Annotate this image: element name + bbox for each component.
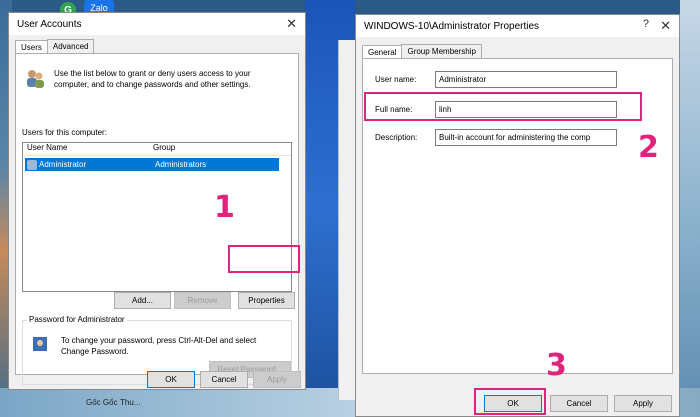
step-1-number: 1 xyxy=(214,190,235,225)
step-3-number: 3 xyxy=(546,348,567,383)
user-name-cell: Administrator xyxy=(39,160,87,169)
table-row[interactable]: Administrator Administrators xyxy=(25,158,279,171)
description-label: Description: xyxy=(375,133,418,142)
help-icon[interactable]: ? xyxy=(643,18,649,30)
close-icon[interactable]: ✕ xyxy=(286,16,297,32)
cancel-button[interactable]: Cancel xyxy=(200,371,248,388)
users-icon xyxy=(27,70,44,88)
group-cell: Administrators xyxy=(155,160,207,169)
tab-group-membership[interactable]: Group Membership xyxy=(401,44,482,58)
apply-button[interactable]: Apply xyxy=(253,371,301,388)
apply-button[interactable]: Apply xyxy=(614,395,672,412)
user-accounts-tabs: Users Advanced xyxy=(9,35,305,54)
step-2-number: 2 xyxy=(638,130,659,165)
tray-item-1[interactable]: Gốc Gốc xyxy=(86,398,118,407)
properties-window: WINDOWS-10\Administrator Properties ? ✕ … xyxy=(355,14,680,417)
description-field[interactable]: Built-in account for administering the c… xyxy=(435,129,617,146)
remove-button[interactable]: Remove xyxy=(174,292,231,309)
properties-highlight-box xyxy=(228,245,300,273)
full-name-highlight-box xyxy=(364,92,642,121)
window-title: User Accounts xyxy=(17,18,82,30)
users-tab-panel: Use the list below to grant or deny user… xyxy=(15,53,299,385)
cancel-button[interactable]: Cancel xyxy=(550,395,608,412)
tray-item-2[interactable]: Thu... xyxy=(120,398,140,407)
users-list-label: Users for this computer: xyxy=(22,128,107,137)
user-row-icon xyxy=(27,159,37,170)
ok-highlight-box xyxy=(474,388,546,415)
add-button[interactable]: Add... xyxy=(114,292,171,309)
column-header-group[interactable]: Group xyxy=(149,143,175,155)
properties-button[interactable]: Properties xyxy=(238,292,295,309)
intro-text: Use the list below to grant or deny user… xyxy=(54,69,251,89)
properties-tabs: General Group Membership xyxy=(356,37,679,59)
user-accounts-window: User Accounts ✕ Users Advanced Use the l… xyxy=(8,12,306,390)
desktop-background-right xyxy=(680,0,700,417)
user-key-icon xyxy=(33,337,47,351)
properties-titlebar[interactable]: WINDOWS-10\Administrator Properties ? ✕ xyxy=(356,15,679,37)
tab-users[interactable]: Users xyxy=(15,40,48,54)
user-name-label: User name: xyxy=(375,75,417,84)
tab-general[interactable]: General xyxy=(362,45,403,59)
password-text: To change your password, press Ctrl-Alt-… xyxy=(61,336,257,356)
tab-advanced[interactable]: Advanced xyxy=(46,39,95,53)
user-name-field[interactable]: Administrator xyxy=(435,71,617,88)
users-list-header: User Name Group xyxy=(23,143,291,156)
password-group-title: Password for Administrator xyxy=(27,315,127,324)
ok-button[interactable]: OK xyxy=(147,371,195,388)
column-header-user-name[interactable]: User Name xyxy=(23,143,149,155)
properties-title: WINDOWS-10\Administrator Properties xyxy=(364,20,540,32)
user-accounts-titlebar[interactable]: User Accounts ✕ xyxy=(9,13,305,35)
close-icon[interactable]: ✕ xyxy=(660,18,671,34)
